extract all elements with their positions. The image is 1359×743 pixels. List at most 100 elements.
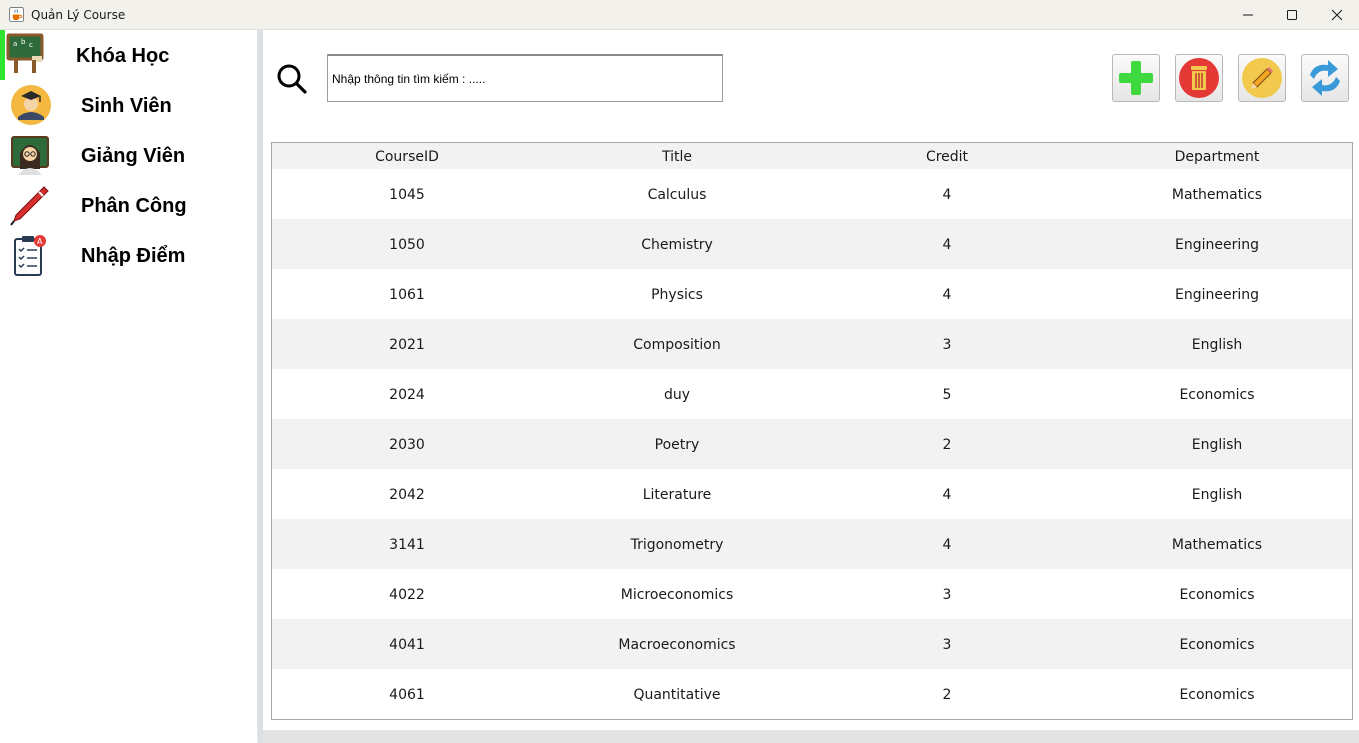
- sidebar-item-khoa-hoc[interactable]: a b c Khóa Học: [0, 30, 258, 80]
- table-row[interactable]: 4041 Macroeconomics 3 Economics: [272, 619, 1352, 669]
- sidebar-item-phan-cong[interactable]: Phân Công: [0, 180, 258, 230]
- table-row[interactable]: 1050 Chemistry 4 Engineering: [272, 219, 1352, 269]
- svg-text:c: c: [29, 41, 33, 49]
- cell-title: Literature: [642, 487, 712, 503]
- cell-courseid: 4041: [389, 637, 425, 653]
- cell-department: English: [1191, 337, 1243, 353]
- bottom-strip: [263, 730, 1359, 743]
- maximize-button[interactable]: [1269, 0, 1315, 30]
- trash-icon: [1179, 58, 1219, 98]
- cell-courseid: 3141: [389, 537, 425, 553]
- search-input[interactable]: [327, 54, 723, 102]
- table-row[interactable]: 2030 Poetry 2 English: [272, 419, 1352, 469]
- table-row[interactable]: 4022 Microeconomics 3 Economics: [272, 569, 1352, 619]
- table-row[interactable]: 1045 Calculus 4 Mathematics: [272, 169, 1352, 219]
- plus-icon: [1119, 61, 1153, 95]
- cell-title: duy: [663, 387, 691, 403]
- cell-courseid: 1061: [389, 287, 425, 303]
- minimize-icon: [1243, 14, 1253, 16]
- cell-credit: 5: [942, 387, 952, 403]
- table-row[interactable]: 2042 Literature 4 English: [272, 469, 1352, 519]
- cell-department: Economics: [1179, 687, 1255, 703]
- cell-title: Composition: [633, 337, 721, 353]
- column-header-department[interactable]: Department: [1082, 143, 1352, 169]
- cell-credit: 4: [942, 487, 952, 503]
- title-bar: Quản Lý Course: [0, 0, 1359, 30]
- cell-credit: 4: [942, 287, 952, 303]
- cell-title: Microeconomics: [620, 587, 734, 603]
- search-icon: [277, 64, 307, 94]
- sidebar-item-label: Sinh Viên: [81, 95, 172, 117]
- table-row[interactable]: 4061 Quantitative 2 Economics: [272, 669, 1352, 719]
- cell-credit: 3: [942, 637, 952, 653]
- maximize-icon: [1287, 10, 1297, 20]
- column-header-title[interactable]: Title: [542, 143, 812, 169]
- refresh-icon: [1310, 60, 1340, 96]
- cell-credit: 3: [942, 337, 952, 353]
- grade-checklist-icon: A: [14, 235, 46, 276]
- sidebar-item-sinh-vien[interactable]: Sinh Viên: [0, 80, 258, 130]
- cell-courseid: 2021: [389, 337, 425, 353]
- cell-title: Quantitative: [633, 687, 721, 703]
- sidebar-item-label: Giảng Viên: [81, 145, 186, 167]
- cell-title: Trigonometry: [630, 537, 724, 553]
- minimize-button[interactable]: [1225, 0, 1271, 30]
- cell-courseid: 2030: [389, 437, 425, 453]
- sidebar-item-label: Nhập Điểm: [81, 245, 186, 267]
- sidebar-item-giang-vien[interactable]: Giảng Viên: [0, 130, 258, 180]
- close-icon: [1331, 9, 1343, 21]
- cell-department: Mathematics: [1171, 537, 1263, 553]
- sidebar-item-label: Khóa Học: [76, 45, 170, 67]
- svg-text:b: b: [21, 38, 26, 46]
- cell-department: English: [1191, 487, 1243, 503]
- cell-title: Physics: [651, 287, 703, 303]
- sidebar-item-label: Phân Công: [81, 195, 187, 217]
- cell-credit: 4: [942, 187, 952, 203]
- java-cup-icon: [9, 7, 24, 22]
- edit-button[interactable]: [1238, 54, 1286, 102]
- svg-text:A: A: [37, 237, 43, 246]
- window-title: Quản Lý Course: [31, 8, 126, 22]
- cell-credit: 4: [942, 537, 952, 553]
- cell-credit: 2: [942, 437, 952, 453]
- table-row[interactable]: 2024 duy 5 Economics: [272, 369, 1352, 419]
- cell-credit: 4: [942, 237, 952, 253]
- column-header-credit[interactable]: Credit: [812, 143, 1082, 169]
- cell-courseid: 1045: [389, 187, 425, 203]
- course-table[interactable]: CourseID Title Credit Department 1045 Cal…: [271, 142, 1353, 720]
- cell-credit: 2: [942, 687, 952, 703]
- column-header-courseid[interactable]: CourseID: [272, 143, 542, 169]
- cell-department: Economics: [1179, 387, 1255, 403]
- cell-courseid: 4061: [389, 687, 425, 703]
- pencil-icon: [1242, 58, 1282, 98]
- cell-courseid: 1050: [389, 237, 425, 253]
- sidebar-item-nhap-diem[interactable]: A Nhập Điểm: [0, 230, 258, 280]
- table-body: 1045 Calculus 4 Mathematics 1050 Chemistry 4 En…: [272, 169, 1352, 719]
- chalkboard-icon: a b c: [6, 33, 44, 73]
- cell-courseid: 2042: [389, 487, 425, 503]
- delete-button[interactable]: [1175, 54, 1223, 102]
- pen-icon: [10, 186, 49, 226]
- graduate-student-icon: [11, 85, 51, 125]
- add-button[interactable]: [1112, 54, 1160, 102]
- cell-department: Engineering: [1175, 287, 1259, 303]
- cell-title: Chemistry: [641, 237, 713, 253]
- cell-title: Poetry: [654, 437, 700, 453]
- cell-department: Economics: [1179, 637, 1255, 653]
- refresh-button[interactable]: [1301, 54, 1349, 102]
- table-row[interactable]: 1061 Physics 4 Engineering: [272, 269, 1352, 319]
- svg-text:a: a: [13, 40, 17, 48]
- cell-department: Mathematics: [1171, 187, 1263, 203]
- table-row[interactable]: 3141 Trigonometry 4 Mathematics: [272, 519, 1352, 569]
- cell-title: Macroeconomics: [618, 637, 736, 653]
- cell-department: Engineering: [1175, 237, 1259, 253]
- cell-courseid: 4022: [389, 587, 425, 603]
- cell-department: Economics: [1179, 587, 1255, 603]
- cell-title: Calculus: [647, 187, 707, 203]
- close-button[interactable]: [1314, 0, 1359, 30]
- cell-department: English: [1191, 437, 1243, 453]
- cell-courseid: 2024: [389, 387, 425, 403]
- teacher-icon: [11, 136, 49, 175]
- table-header: CourseID Title Credit Department: [272, 143, 1352, 169]
- table-row[interactable]: 2021 Composition 3 English: [272, 319, 1352, 369]
